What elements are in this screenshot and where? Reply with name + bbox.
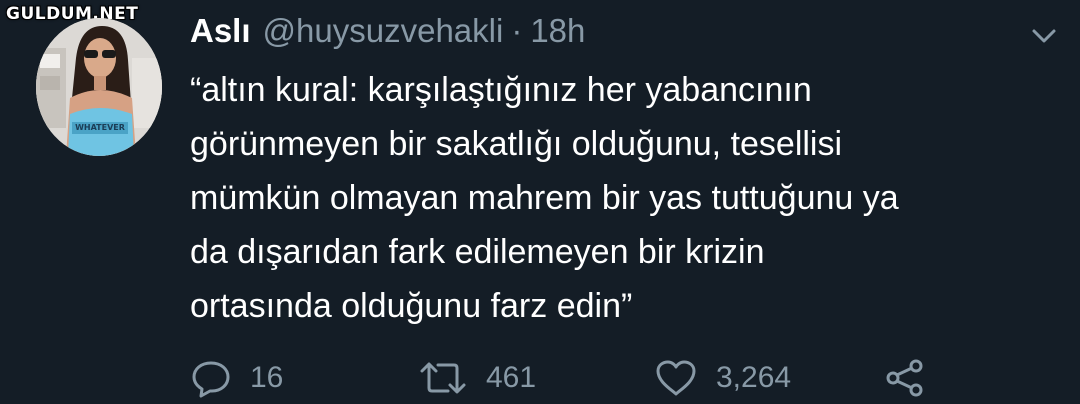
tweet-text-line: ortasında olduğunu farz edin” xyxy=(190,287,633,325)
share-icon xyxy=(884,358,926,398)
chevron-down-icon[interactable] xyxy=(1030,26,1058,46)
tweet-header: Aslı @huysuzvehakli · 18h xyxy=(190,12,585,56)
heart-icon xyxy=(654,358,698,398)
share-button[interactable] xyxy=(884,356,926,400)
author-name[interactable]: Aslı xyxy=(190,12,251,50)
tweet-text-line: “altın kural: karşılaştığınız her yabanc… xyxy=(190,71,812,109)
avatar[interactable]: WHATEVER xyxy=(36,18,162,156)
reply-icon xyxy=(190,358,232,398)
like-button[interactable]: 3,264 xyxy=(654,356,791,400)
tweet-text: “altın kural: karşılaştığınız her yabanc… xyxy=(190,63,1070,333)
retweet-icon xyxy=(418,358,468,398)
tweet-timestamp[interactable]: 18h xyxy=(530,12,585,50)
retweet-count: 461 xyxy=(486,361,537,394)
tweet-text-line: mümkün olmayan mahrem bir yas tuttuğunu … xyxy=(190,179,899,217)
retweet-button[interactable]: 461 xyxy=(418,356,536,400)
tweet-text-line: görünmeyen bir sakatlığı olduğunu, tesel… xyxy=(190,125,843,163)
tweet-actions: 16 461 3,264 xyxy=(0,356,1080,400)
like-count: 3,264 xyxy=(716,361,792,394)
separator-dot: · xyxy=(511,12,523,49)
tweet-text-line: da dışarıdan fark edilemeyen bir krizin xyxy=(190,233,765,271)
avatar-shirt-text: WHATEVER xyxy=(75,123,125,132)
reply-button[interactable]: 16 xyxy=(190,356,283,400)
author-handle[interactable]: @huysuzvehakli xyxy=(263,12,504,50)
reply-count: 16 xyxy=(250,361,284,394)
